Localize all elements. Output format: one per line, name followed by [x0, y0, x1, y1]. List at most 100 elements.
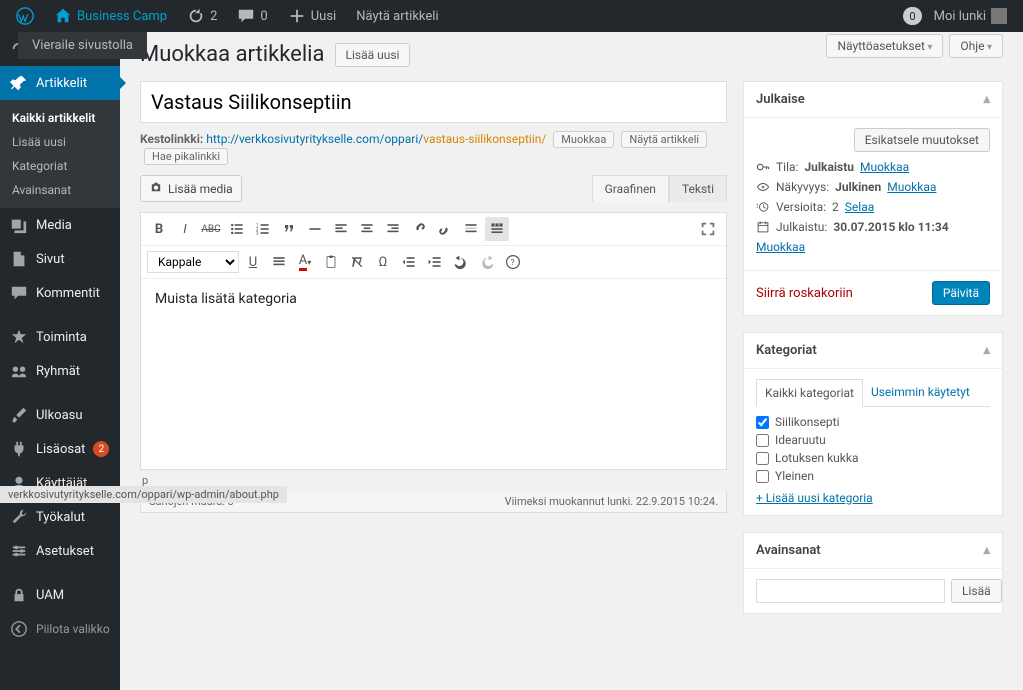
tags-add-button[interactable]: Lisää [951, 579, 1002, 603]
sidebar-item-plugins[interactable]: Lisäosat2 [0, 432, 120, 466]
hr-icon[interactable] [303, 217, 327, 241]
format-select[interactable]: Kappale [147, 251, 239, 273]
published-edit-link[interactable]: Muokkaa [756, 240, 805, 254]
add-new-button[interactable]: Lisää uusi [335, 43, 411, 67]
align-center-icon[interactable] [355, 217, 379, 241]
sidebar-item-pages[interactable]: Sivut [0, 242, 120, 276]
cat-tab-all[interactable]: Kaikki kategoriat [756, 379, 863, 407]
paste-text-icon[interactable] [319, 250, 343, 274]
page-icon [10, 250, 28, 268]
permalink-base[interactable]: http://verkkosivutyritykselle.com/oppari… [206, 132, 423, 146]
cat-item-3[interactable]: Yleinen [756, 469, 990, 483]
outdent-icon[interactable] [397, 250, 421, 274]
special-char-icon[interactable]: Ω [371, 250, 395, 274]
cat-item-0[interactable]: Siilikonsepti [756, 415, 990, 429]
permalink-view-button[interactable]: Näytä artikkeli [621, 131, 707, 148]
undo-icon[interactable] [449, 250, 473, 274]
sidebar-item-activity[interactable]: Toiminta [0, 320, 120, 354]
revisions-label: Versioita: [776, 200, 826, 214]
visibility-edit-link[interactable]: Muokkaa [887, 180, 936, 194]
cat-label: Lotuksen kukka [775, 451, 858, 465]
permalink-edit-button[interactable]: Muokkaa [553, 131, 614, 148]
new-content-link[interactable]: Uusi [280, 0, 344, 32]
submenu-categories[interactable]: Kategoriat [0, 154, 120, 178]
clear-format-icon[interactable] [345, 250, 369, 274]
link-icon[interactable] [407, 217, 431, 241]
permalink-short-button[interactable]: Hae pikalinkki [144, 148, 228, 165]
trash-link[interactable]: Siirrä roskakoriin [756, 286, 853, 301]
add-media-button[interactable]: Lisää media [140, 175, 242, 202]
unlink-icon[interactable] [433, 217, 457, 241]
quote-icon[interactable] [277, 217, 301, 241]
key-icon [756, 160, 770, 174]
status-edit-link[interactable]: Muokkaa [860, 160, 909, 174]
sidebar-tools-label: Työkalut [36, 510, 85, 525]
indent-icon[interactable] [423, 250, 447, 274]
browser-status-bar: verkkosivutyritykselle.com/oppari/wp-adm… [0, 486, 287, 503]
sidebar-item-posts[interactable]: Artikkelit [0, 66, 120, 100]
align-right-icon[interactable] [381, 217, 405, 241]
site-flyout-visit[interactable]: Vieraile sivustolla [18, 32, 147, 59]
update-button[interactable]: Päivitä [932, 281, 990, 305]
redo-icon[interactable] [475, 250, 499, 274]
preview-button[interactable]: Esikatsele muutokset [854, 128, 990, 152]
sidebar-item-tools[interactable]: Työkalut [0, 500, 120, 534]
justify-icon[interactable] [267, 250, 291, 274]
sidebar-item-comments[interactable]: Kommentit [0, 276, 120, 310]
toggle-icon[interactable]: ▴ [983, 543, 990, 558]
notifications-count[interactable]: 0 [903, 7, 921, 25]
brush-icon [10, 406, 28, 424]
sidebar-collapse[interactable]: Piilota valikko [0, 612, 120, 646]
comments-count: 0 [260, 9, 267, 24]
sidebar-settings-label: Asetukset [36, 544, 94, 559]
more-icon[interactable] [459, 217, 483, 241]
textcolor-icon[interactable]: A▾ [293, 250, 317, 274]
sidebar-item-appearance[interactable]: Ulkoasu [0, 398, 120, 432]
cat-tab-used[interactable]: Useimmin käytetyt [863, 379, 978, 406]
submenu-all-posts[interactable]: Kaikki artikkelit [0, 106, 120, 130]
cat-checkbox[interactable] [756, 416, 769, 429]
view-post-link[interactable]: Näytä artikkeli [348, 0, 446, 32]
comments-link[interactable]: 0 [229, 0, 275, 32]
wp-logo-icon[interactable] [8, 0, 42, 32]
cat-checkbox[interactable] [756, 434, 769, 447]
sidebar-item-uam[interactable]: UAM [0, 578, 120, 612]
account-link[interactable]: Moi lunki [926, 0, 1015, 32]
cat-item-2[interactable]: Lotuksen kukka [756, 451, 990, 465]
help-icon[interactable]: ? [501, 250, 525, 274]
help-button[interactable]: Ohje [949, 34, 1003, 58]
revisions-value: 2 [832, 200, 839, 214]
cat-item-1[interactable]: Idearuutu [756, 433, 990, 447]
editor-body[interactable]: Muista lisätä kategoria [141, 279, 726, 469]
sidebar-media-label: Media [36, 218, 72, 233]
underline-icon[interactable]: U [241, 250, 265, 274]
plugins-update-badge: 2 [93, 441, 109, 457]
revisions-browse-link[interactable]: Selaa [845, 200, 874, 214]
updates-link[interactable]: 2 [179, 0, 225, 32]
toggle-icon[interactable]: ▴ [983, 92, 990, 107]
tags-input[interactable] [756, 579, 945, 603]
post-title-input[interactable] [140, 81, 727, 123]
sidebar-item-media[interactable]: Media [0, 208, 120, 242]
add-media-label: Lisää media [168, 182, 233, 196]
cat-checkbox[interactable] [756, 470, 769, 483]
editor-tab-text[interactable]: Teksti [669, 175, 727, 202]
toggle-icon[interactable]: ▴ [983, 343, 990, 358]
strike-icon[interactable]: ABC [199, 217, 223, 241]
site-name-link[interactable]: Business Camp [46, 0, 175, 32]
italic-icon[interactable]: I [173, 217, 197, 241]
bold-icon[interactable]: B [147, 217, 171, 241]
editor-tab-visual[interactable]: Graafinen [592, 175, 669, 202]
fullscreen-icon[interactable] [696, 217, 720, 241]
align-left-icon[interactable] [329, 217, 353, 241]
tags-heading: Avainsanat [756, 543, 821, 558]
screen-options-button[interactable]: Näyttöasetukset [826, 34, 943, 58]
cat-checkbox[interactable] [756, 452, 769, 465]
ul-icon[interactable] [225, 217, 249, 241]
kitchen-sink-icon[interactable] [485, 217, 509, 241]
submenu-add-new[interactable]: Lisää uusi [0, 130, 120, 154]
sidebar-item-groups[interactable]: Ryhmät [0, 354, 120, 388]
ol-icon[interactable]: 123 [251, 217, 275, 241]
submenu-tags[interactable]: Avainsanat [0, 178, 120, 202]
sidebar-item-settings[interactable]: Asetukset [0, 534, 120, 568]
